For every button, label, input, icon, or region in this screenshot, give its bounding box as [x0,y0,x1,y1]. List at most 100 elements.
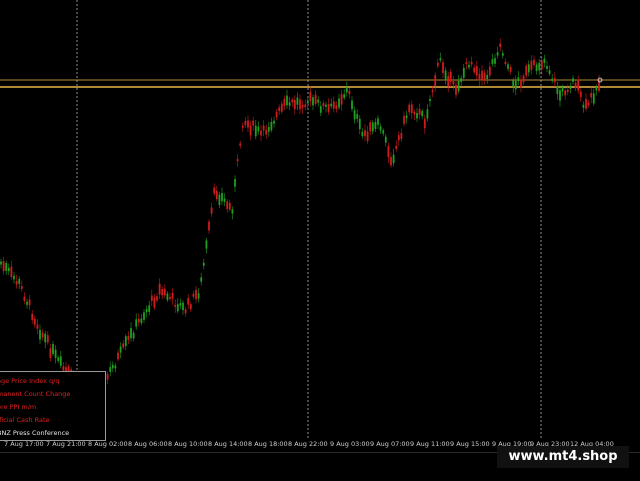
candle-body [499,43,502,48]
candle-body [322,103,325,107]
candle-body [0,261,2,265]
candle-body [156,296,158,301]
candle-body [473,67,476,73]
x-tick-label: 9 Aug 03:00 [330,440,370,448]
candle-body [254,125,257,137]
candle-body [132,332,135,339]
candle-body [304,104,307,107]
candle-body [158,283,161,295]
candle-body [460,78,463,82]
candle-body [429,99,431,102]
candle-body [31,314,34,320]
candle-body [273,120,275,124]
candle-body [377,118,379,125]
candle-body [533,59,535,65]
candle-body [468,64,470,68]
candle-body [405,115,408,119]
candle-body [169,296,171,299]
x-tick-label: 9 Aug 07:00 [370,440,410,448]
candle-body [26,301,28,305]
candle-body [145,309,148,313]
candle-body [582,104,585,108]
candle-body [176,304,179,312]
candle-body [525,65,528,76]
candle-body [504,61,507,64]
candle-body [364,130,366,137]
news-item: fficial Cash Rate [0,416,50,424]
candle-body [288,102,291,106]
news-item: ore PPI m/m [0,403,37,411]
candle-body [540,60,543,70]
candle-body [28,299,31,306]
candle-body [379,126,382,131]
candle-body [343,94,346,98]
candle-body [351,100,353,110]
candle-body [392,154,395,164]
candle-body [382,130,385,134]
candle-body [553,77,556,83]
candle-body [293,100,296,110]
candle-body [62,366,65,371]
candle-body [371,122,374,132]
candle-body [403,115,405,124]
candle-body [200,277,203,282]
candle-body [257,126,260,132]
candle-body [148,305,151,312]
x-tick-label: 8 Aug 10:00 [168,440,208,448]
candle-body [361,131,364,137]
candle-body [309,91,312,102]
candle-body [494,58,496,64]
candle-body [455,85,457,95]
candle-body [252,120,255,126]
candle-body [57,357,60,361]
candle-body [452,81,455,85]
candle-body [278,107,281,111]
candle-body [18,278,21,284]
candle-body [33,318,36,325]
candle-body [166,293,169,300]
candle-body [301,104,304,108]
x-tick-label: 8 Aug 02:00 [88,440,128,448]
candle-body [187,298,190,305]
x-tick-label: 9 Aug 15:00 [450,440,490,448]
candle-body [280,103,283,112]
candle-body [546,66,548,69]
candle-body [566,89,569,92]
candle-body [247,120,249,128]
candle-body [457,80,460,92]
candle-body [2,261,5,272]
candle-body [559,90,561,101]
candle-body [260,130,262,136]
x-tick-label: 8 Aug 18:00 [248,440,288,448]
news-panel: age Price Index q/q manent Count Change … [0,371,106,441]
candle-body [356,114,359,119]
candle-body [481,70,483,81]
candle-body [426,109,429,119]
candle-body [423,118,426,129]
candle-body [514,80,517,90]
candle-body [410,104,413,113]
candle-body [418,109,421,115]
candle-body [226,201,229,210]
candle-body [239,143,242,146]
candle-body [119,346,122,353]
candle-body [267,127,270,132]
candle-body [161,289,164,296]
x-tick-label: 8 Aug 22:00 [288,440,328,448]
candle-body [444,70,447,81]
candle-body [205,240,208,249]
candle-body [39,329,41,340]
candle-body [488,66,491,76]
candle-body [449,71,452,83]
candle-body [114,365,117,369]
candle-body [54,349,57,358]
candle-body [522,75,525,83]
candle-body [153,297,156,308]
candle-body [223,198,226,202]
candle-body [122,343,125,348]
candle-body [299,99,301,110]
candle-body [15,281,18,285]
candle-body [215,190,218,200]
candle-body [517,77,520,82]
watermark-logo: www.mt4.shop [497,446,629,468]
